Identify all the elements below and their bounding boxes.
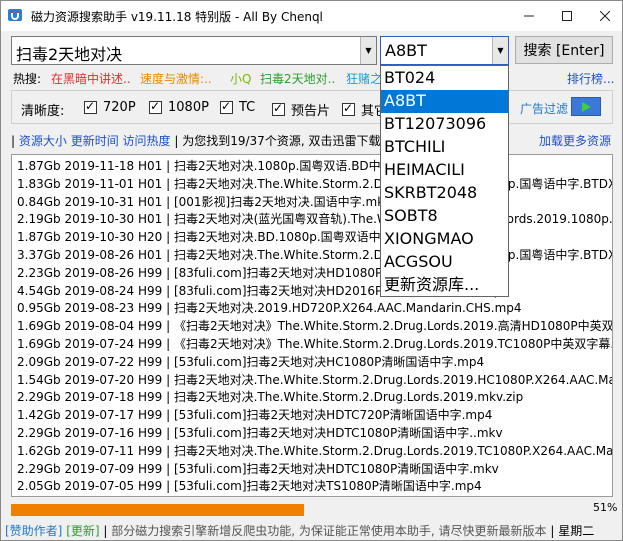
hot-search-item[interactable]: 在黑暗中讲述.. — [51, 70, 131, 87]
progress-fill — [11, 504, 305, 516]
search-button[interactable]: 搜索 [Enter] — [515, 36, 613, 64]
engine-option[interactable]: SOBT8 — [381, 205, 508, 228]
sort-by-time-link[interactable]: 更新时间 — [71, 134, 119, 148]
quality-checkbox-tc[interactable]: TC — [220, 99, 255, 115]
quality-checkbox-trailer[interactable]: 预告片 — [272, 100, 330, 119]
window-title: 磁力资源搜索助手 v19.11.18 特别版 - All By Chenql — [31, 10, 323, 24]
result-row[interactable]: 1.42Gb 2019-07-17 H99 | [53fuli.com]扫毒2天… — [17, 406, 492, 423]
engine-option[interactable]: A8BT — [381, 90, 508, 113]
engine-select[interactable]: A8BT ▼ — [380, 36, 509, 65]
result-count-message: 为您找到19/37个资源, 双击迅雷下载 — [182, 134, 381, 148]
rank-list-link[interactable]: 排行榜... — [567, 70, 614, 87]
result-row[interactable]: 0.84Gb 2019-10-31 H01 | [001影视]扫毒2天地对决.国… — [17, 193, 391, 210]
ad-filter-toggle-button[interactable] — [571, 97, 601, 116]
result-row[interactable]: 2.29Gb 2019-07-18 H99 | 扫毒2天地对决.The.Whit… — [17, 388, 523, 405]
engine-option[interactable]: XIONGMAO — [381, 228, 508, 251]
checkbox-checked-icon — [342, 101, 355, 116]
search-history-dropdown-button[interactable]: ▼ — [360, 37, 376, 64]
maximize-button[interactable] — [549, 1, 585, 31]
result-row[interactable]: 2.09Gb 2019-07-22 H99 | [53fuli.com]扫毒2天… — [17, 353, 484, 370]
results-list[interactable]: 1.87Gb 2019-11-18 H01 | 扫毒2天地对决.1080p.国粤… — [11, 154, 613, 497]
engine-dropdown-button[interactable]: ▼ — [492, 37, 508, 64]
engine-option[interactable]: 更新资源库... — [381, 274, 508, 296]
result-row[interactable]: 0.95Gb 2019-08-23 H99 | 扫毒2天地对决.2019.HD7… — [17, 299, 522, 316]
result-row[interactable]: 1.54Gb 2019-07-20 H99 | 扫毒2天地对决.The.Whit… — [17, 371, 612, 388]
update-link[interactable]: [更新] — [66, 524, 99, 538]
search-input[interactable]: 扫毒2天地对决 ▼ — [11, 36, 377, 65]
search-input-value: 扫毒2天地对决 — [16, 45, 123, 64]
checkbox-checked-icon — [84, 99, 97, 114]
maximize-icon — [562, 11, 572, 21]
minimize-icon — [524, 15, 534, 17]
result-row[interactable]: 2.29Gb 2019-07-09 H99 | [53fuli.com]扫毒2天… — [17, 460, 499, 477]
update-notice: 部分磁力搜索引擎新增反爬虫功能, 为保证能正常使用本助手, 请尽快更新最新版本 — [111, 524, 547, 538]
result-row[interactable]: 1.62Gb 2019-07-11 H99 | 扫毒2天地对决.The.Whit… — [17, 442, 612, 459]
minimize-button[interactable] — [511, 1, 547, 31]
engine-option[interactable]: SKRBT2048 — [381, 182, 508, 205]
quality-label: 清晰度: — [21, 104, 65, 119]
checkbox-checked-icon — [272, 101, 285, 116]
engine-dropdown-list: BT024 A8BT BT12073096 BTCHILI HEIMACILI SKRBT… — [380, 65, 509, 297]
status-bar: [赞助作者] [更新] | 部分磁力搜索引擎新增反爬虫功能, 为保证能正常使用本… — [5, 524, 595, 538]
close-button[interactable] — [587, 1, 623, 31]
result-row[interactable]: 1.83Gb 2019-11-01 H01 | 扫毒2天地对决.The.Whit… — [17, 175, 612, 192]
result-row[interactable]: 1.87Gb 2019-10-30 H20 | 扫毒2天地对决.BD.1080p… — [17, 228, 393, 245]
progress-bar — [11, 504, 586, 516]
hot-search-item[interactable]: 扫毒2天地对.. — [260, 70, 335, 87]
weekday-label: 星期二 — [558, 524, 595, 538]
sort-by-heat-link[interactable]: 访问热度 — [123, 134, 171, 148]
quality-filter-group: 清晰度: 720P 1080P TC 预告片 其它 广告过滤 — [11, 90, 613, 124]
result-row[interactable]: 1.69Gb 2019-07-24 H99 | 《扫毒2天地对决》The.Whi… — [17, 335, 612, 352]
progress-percent: 51% — [593, 501, 618, 514]
status-row: | 资源大小 更新时间 访问热度 | 为您找到19/37个资源, 双击迅雷下载 — [11, 134, 381, 148]
checkbox-checked-icon — [149, 99, 162, 114]
close-icon — [600, 11, 610, 21]
sort-by-size-link[interactable]: 资源大小 — [19, 134, 67, 148]
result-row[interactable]: 2.29Gb 2019-07-16 H99 | [53fuli.com]扫毒2天… — [17, 424, 503, 441]
hot-search-item[interactable]: 速度与激情:.. — [140, 70, 212, 87]
engine-option[interactable]: HEIMACILI — [381, 159, 508, 182]
sponsor-link[interactable]: [赞助作者] — [5, 524, 62, 538]
engine-option[interactable]: BT12073096 — [381, 113, 508, 136]
app-window: 磁力资源搜索助手 v19.11.18 特别版 - All By Chenql 扫… — [0, 0, 623, 541]
magnet-app-icon — [7, 7, 23, 23]
checkbox-checked-icon — [220, 99, 233, 114]
hot-search-label: 热搜: — [13, 72, 42, 86]
engine-option[interactable]: ACGSOU — [381, 251, 508, 274]
title-bar: 磁力资源搜索助手 v19.11.18 特别版 - All By Chenql — [1, 1, 622, 31]
engine-option[interactable]: BT024 — [381, 67, 508, 90]
quality-checkbox-1080p[interactable]: 1080P — [149, 99, 209, 115]
chevron-down-icon: ▼ — [365, 46, 372, 55]
result-row[interactable]: 2.19Gb 2019-10-30 H01 | 扫毒2天地对决(蓝光国粤双音轨)… — [17, 210, 612, 227]
result-row[interactable]: 1.87Gb 2019-11-18 H01 | 扫毒2天地对决.1080p.国粤… — [17, 157, 393, 174]
quality-checkbox-720p[interactable]: 720P — [84, 99, 136, 115]
ad-filter-label: 广告过滤 — [520, 102, 569, 116]
chevron-down-icon: ▼ — [497, 46, 504, 55]
engine-selected-value: A8BT — [385, 41, 427, 60]
result-row[interactable]: 2.05Gb 2019-07-05 H99 | [53fuli.com]扫毒2天… — [17, 477, 482, 494]
hot-search-item[interactable]: 小Q — [230, 70, 251, 87]
result-row[interactable]: 3.37Gb 2019-08-26 H01 | 扫毒2天地对决.The.Whit… — [17, 246, 612, 263]
engine-option[interactable]: BTCHILI — [381, 136, 508, 159]
play-icon — [582, 101, 591, 112]
load-more-link[interactable]: 加载更多资源 — [539, 132, 611, 149]
result-row[interactable]: 1.69Gb 2019-08-04 H99 | 《扫毒2天地对决》The.Whi… — [17, 317, 612, 334]
